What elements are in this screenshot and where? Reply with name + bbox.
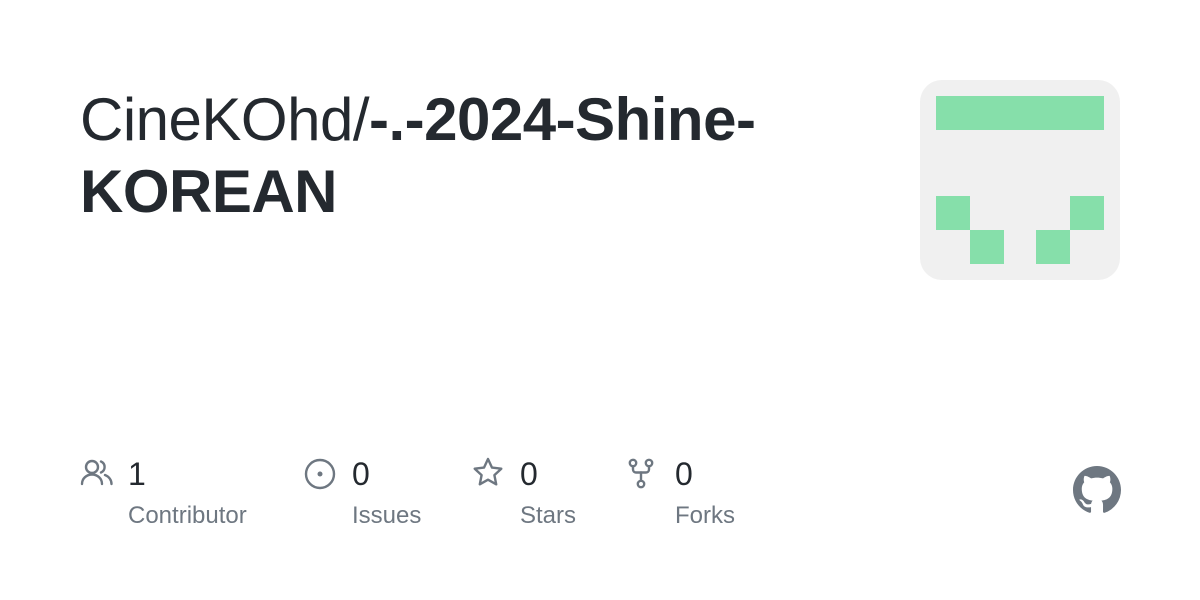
identicon-block <box>970 230 1004 264</box>
forks-label: Forks <box>675 502 735 529</box>
issues-count: 0 <box>352 456 370 492</box>
identicon-block <box>1070 196 1104 230</box>
identicon-block <box>936 96 1104 130</box>
contributors-icon <box>80 456 114 490</box>
github-logo-icon[interactable] <box>1073 466 1121 514</box>
repo-owner: CineKOhd/ <box>80 86 370 153</box>
repo-social-card: CineKOhd/-.-2024-Shine-KOREAN 1 Contribu… <box>0 0 1200 600</box>
identicon-block <box>936 196 970 230</box>
repo-title[interactable]: CineKOhd/-.-2024-Shine-KOREAN <box>80 84 880 228</box>
star-icon <box>472 456 506 490</box>
repo-identicon <box>920 80 1120 280</box>
issues-label: Issues <box>352 502 422 529</box>
stars-count: 0 <box>520 456 538 492</box>
identicon-block <box>1036 230 1070 264</box>
contributors-label: Contributor <box>128 502 247 529</box>
stars-label: Stars <box>520 502 577 529</box>
fork-icon <box>627 456 661 490</box>
contributors-count: 1 <box>128 456 146 492</box>
forks-count: 0 <box>675 456 693 492</box>
issues-icon <box>304 456 338 490</box>
